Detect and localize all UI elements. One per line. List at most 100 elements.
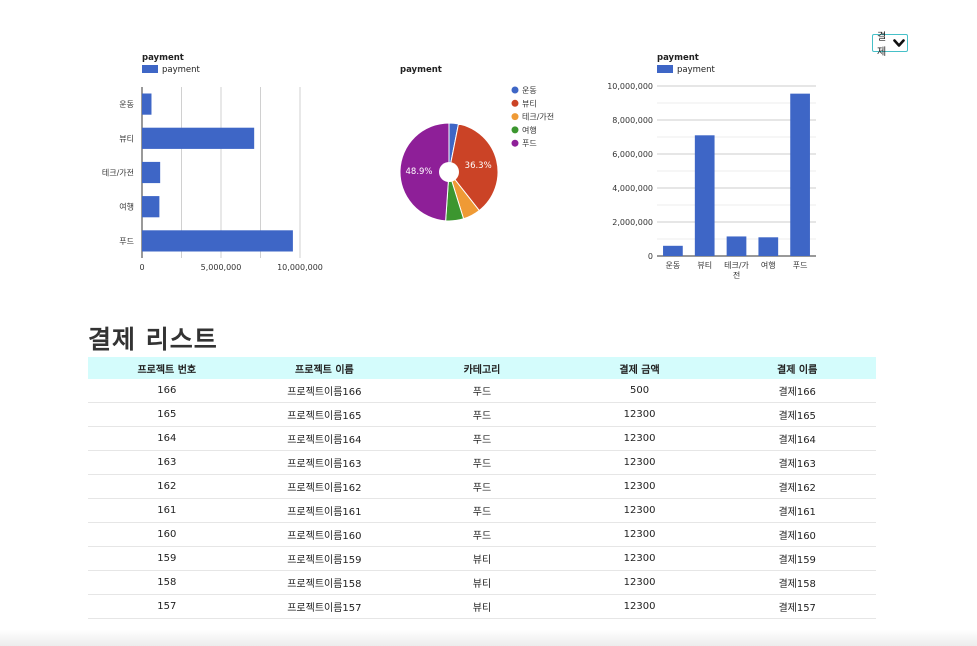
column-header-project-number: 프로젝트 번호 [137,364,197,376]
chevron-down-icon [893,38,905,48]
category-label: 뷰티 [119,134,134,143]
category-label: 뷰티 [697,261,712,270]
cell-category: 푸드 [403,402,561,427]
table-row[interactable]: 160 프로젝트이름160 푸드 12300 결제160 [88,522,876,547]
cell-payment-amount: 12300 [560,498,719,523]
cell-project-name: 프로젝트이름159 [245,546,404,571]
x-tick-label: 10,000,000 [277,263,323,272]
cell-category: 뷰티 [403,594,561,619]
table-row[interactable]: 164 프로젝트이름164 푸드 12300 결제164 [88,426,876,451]
chart-title: payment [657,53,699,63]
category-label: 여행 [761,260,776,270]
legend-label: 여행 [522,125,537,135]
table-row[interactable]: 165 프로젝트이름165 푸드 12300 결제165 [88,402,876,427]
cell-project-number: 160 [88,522,246,547]
bar[interactable] [694,135,715,256]
cell-project-name: 프로젝트이름163 [245,450,404,475]
category-label: 테크/가전 [102,168,134,178]
y-tick-label: 6,000,000 [612,150,653,159]
cell-project-number: 161 [88,498,246,523]
cell-payment-name: 결제166 [718,379,876,403]
cell-project-number: 157 [88,594,246,619]
legend-marker [511,86,519,94]
bar[interactable] [758,237,779,256]
slice-label: 48.9% [406,167,433,177]
legend-label: 테크/가전 [522,112,554,122]
cell-project-number: 159 [88,546,246,571]
cell-payment-amount: 12300 [560,474,719,499]
page-bottom-edge [0,630,977,646]
cell-category: 푸드 [403,379,561,403]
cell-category: 푸드 [403,522,561,547]
cell-project-name: 프로젝트이름164 [245,426,404,451]
cell-project-name: 프로젝트이름157 [245,594,404,619]
cell-payment-name: 결제165 [718,402,876,427]
cell-payment-name: 결제158 [718,570,876,595]
cell-project-number: 158 [88,570,246,595]
table-row[interactable]: 159 프로젝트이름159 뷰티 12300 결제159 [88,546,876,571]
table-row[interactable]: 163 프로젝트이름163 푸드 12300 결제163 [88,450,876,475]
cell-payment-amount: 12300 [560,522,719,547]
vertical-bar-chart: payment payment 0 2,000,000 4,000,000 6,000… [607,53,816,280]
table-row[interactable]: 158 프로젝트이름158 뷰티 12300 결제158 [88,570,876,595]
bar[interactable] [726,236,747,256]
bar[interactable] [142,196,160,218]
cell-project-name: 프로젝트이름161 [245,498,404,523]
pie-hole [439,162,459,182]
cell-payment-amount: 12300 [560,570,719,595]
cell-category: 푸드 [403,474,561,499]
x-tick-label: 5,000,000 [201,263,242,272]
table-row[interactable]: 166 프로젝트이름166 푸드 500 결제166 [88,379,876,403]
legend-marker [511,139,519,147]
x-tick-label: 0 [139,263,144,272]
legend-swatch [657,65,673,73]
cell-project-name: 프로젝트이름160 [245,522,404,547]
slice-label: 36.3% [465,161,492,171]
chart-title: payment [142,53,184,63]
cell-project-name: 프로젝트이름166 [245,379,404,403]
category-label: 운동 [119,100,134,109]
column-header-project-name: 프로젝트 이름 [295,364,354,376]
chart-type-select[interactable]: 결제 [872,32,908,58]
y-tick-label: 4,000,000 [612,184,653,193]
cell-project-number: 166 [88,379,246,403]
cell-project-name: 프로젝트이름158 [245,570,404,595]
cell-payment-amount: 12300 [560,426,719,451]
category-label: 여행 [119,202,134,212]
bar[interactable] [790,93,810,257]
cell-payment-name: 결제162 [718,474,876,499]
table-row[interactable]: 161 프로젝트이름161 푸드 12300 결제161 [88,498,876,523]
category-label: 푸드 [793,261,808,270]
legend-label: payment [677,65,716,75]
bar[interactable] [142,93,152,115]
category-label: 테크/가전 [724,261,749,280]
cell-project-name: 프로젝트이름165 [245,402,404,427]
legend-marker [511,99,519,107]
cell-project-number: 165 [88,402,246,427]
cell-payment-amount: 12300 [560,546,719,571]
bar[interactable] [142,127,255,149]
cell-project-number: 162 [88,474,246,499]
y-tick-label: 8,000,000 [612,116,653,125]
legend-marker [511,126,519,134]
table-row[interactable]: 157 프로젝트이름157 뷰티 12300 결제157 [88,594,876,619]
cell-payment-name: 결제164 [718,426,876,451]
legend-label: payment [162,65,201,75]
cell-category: 뷰티 [403,570,561,595]
horizontal-bar-chart: payment payment 0 5,000,000 10,000,000 운동뷰… [102,53,323,272]
cell-project-name: 프로젝트이름162 [245,474,404,499]
cell-payment-name: 결제163 [718,450,876,475]
cell-payment-amount: 12300 [560,402,719,427]
table-row[interactable]: 162 프로젝트이름162 푸드 12300 결제162 [88,474,876,499]
cell-payment-name: 결제157 [718,594,876,619]
bar[interactable] [142,230,293,252]
bar[interactable] [663,245,683,256]
legend-marker [511,113,519,121]
category-label: 푸드 [119,237,134,246]
cell-category: 뷰티 [403,546,561,571]
cell-project-number: 163 [88,450,246,475]
bar[interactable] [142,161,161,184]
cell-payment-amount: 12300 [560,594,719,619]
cell-payment-name: 결제160 [718,522,876,547]
column-header-category: 카테고리 [463,364,501,376]
